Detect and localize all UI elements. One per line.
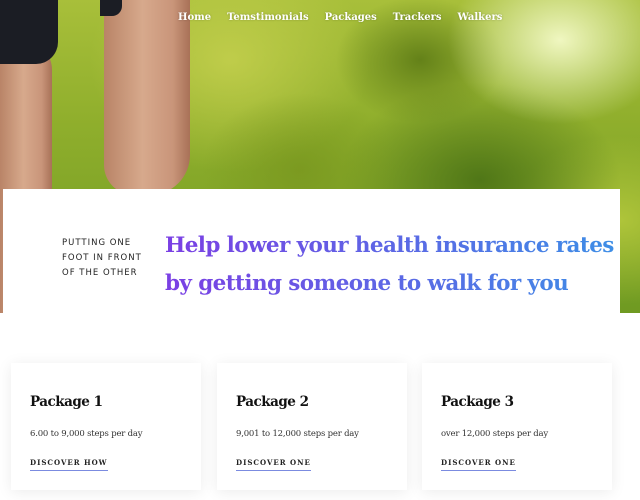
headline: Help lower your health insurance rates b…	[165, 227, 621, 303]
package-description: 6.00 to 9,000 steps per day	[30, 429, 143, 439]
discover-link[interactable]: DISCOVER ONE	[441, 458, 516, 471]
hero-leg-right	[104, 0, 190, 195]
hero-shorts	[0, 0, 58, 64]
tagline: PUTTING ONE FOOT IN FRONT OF THE OTHER	[62, 238, 142, 278]
nav-item-trackers[interactable]: Trackers	[393, 12, 442, 23]
nav-item-packages[interactable]: Packages	[325, 12, 377, 23]
package-title: Package 2	[236, 394, 309, 410]
page: Home Temstimonials Packages Trackers Wal…	[0, 0, 640, 500]
nav-item-walkers[interactable]: Walkers	[458, 12, 503, 23]
discover-link[interactable]: DISCOVER ONE	[236, 458, 311, 471]
package-card-3: Package 3 over 12,000 steps per day DISC…	[422, 363, 612, 490]
package-card-2: Package 2 9,001 to 12,000 steps per day …	[217, 363, 407, 490]
nav-item-home[interactable]: Home	[178, 12, 211, 23]
nav-item-testimonials[interactable]: Temstimonials	[227, 12, 309, 23]
package-title: Package 3	[441, 394, 514, 410]
package-description: 9,001 to 12,000 steps per day	[236, 429, 359, 439]
package-title: Package 1	[30, 394, 103, 410]
discover-link[interactable]: DISCOVER HOW	[30, 458, 108, 471]
intro-card: PUTTING ONE FOOT IN FRONT OF THE OTHER H…	[3, 189, 620, 313]
main-nav: Home Temstimonials Packages Trackers Wal…	[178, 12, 518, 23]
package-description: over 12,000 steps per day	[441, 429, 549, 439]
package-card-1: Package 1 6.00 to 9,000 steps per day DI…	[11, 363, 201, 490]
